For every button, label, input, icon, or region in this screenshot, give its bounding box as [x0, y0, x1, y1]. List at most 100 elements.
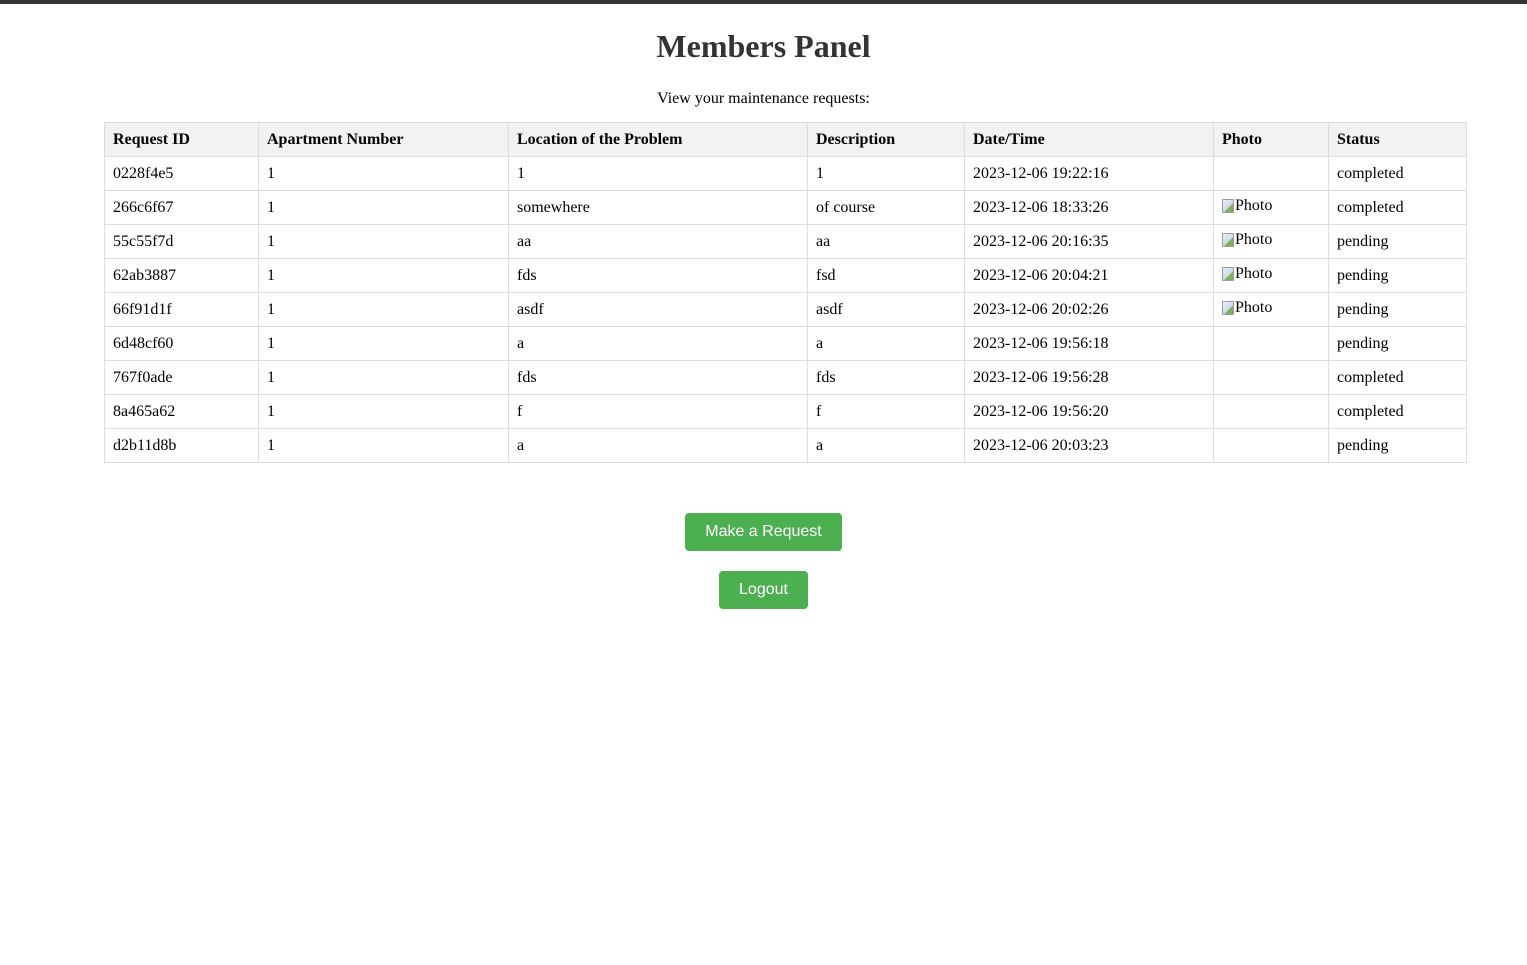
- cell-status: pending: [1328, 428, 1467, 463]
- broken-image-icon: [1222, 267, 1234, 281]
- cell-status: completed: [1328, 394, 1467, 429]
- cell-datetime: 2023-12-06 19:56:28: [964, 360, 1214, 395]
- cell-datetime: 2023-12-06 20:03:23: [964, 428, 1214, 463]
- cell-datetime: 2023-12-06 18:33:26: [964, 190, 1214, 225]
- cell-description: f: [807, 394, 965, 429]
- cell-photo: Photo: [1213, 258, 1329, 293]
- photo-alt-text: Photo: [1235, 265, 1273, 282]
- cell-location: fds: [508, 258, 808, 293]
- requests-table-container: Request ID Apartment Number Location of …: [104, 122, 1467, 463]
- cell-apartment: 1: [258, 190, 509, 225]
- photo-image[interactable]: Photo: [1222, 231, 1272, 249]
- cell-photo: [1213, 394, 1329, 429]
- broken-image-icon: [1222, 199, 1234, 213]
- cell-datetime: 2023-12-06 19:22:16: [964, 156, 1214, 191]
- cell-apartment: 1: [258, 156, 509, 191]
- cell-request-id: 55c55f7d: [104, 224, 259, 259]
- photo-alt-text: Photo: [1235, 231, 1273, 248]
- table-header-row: Request ID Apartment Number Location of …: [104, 122, 1467, 157]
- cell-request-id: 8a465a62: [104, 394, 259, 429]
- cell-photo: Photo: [1213, 292, 1329, 327]
- photo-alt-text: Photo: [1235, 197, 1273, 214]
- cell-datetime: 2023-12-06 20:02:26: [964, 292, 1214, 327]
- cell-status: pending: [1328, 326, 1467, 361]
- column-header-location: Location of the Problem: [508, 122, 808, 157]
- cell-location: f: [508, 394, 808, 429]
- cell-photo: Photo: [1213, 224, 1329, 259]
- cell-description: a: [807, 326, 965, 361]
- cell-request-id: 66f91d1f: [104, 292, 259, 327]
- cell-location: aa: [508, 224, 808, 259]
- cell-description: fsd: [807, 258, 965, 293]
- cell-location: asdf: [508, 292, 808, 327]
- table-row: 266c6f67 1 somewhere of course 2023-12-06 18…: [104, 190, 1467, 225]
- table-row: 767f0ade 1 fds fds 2023-12-06 19:56:28 comple…: [104, 360, 1467, 395]
- table-body: 0228f4e5 1 1 1 2023-12-06 19:22:16 completed 2…: [104, 156, 1467, 463]
- photo-image[interactable]: Photo: [1222, 197, 1272, 215]
- cell-apartment: 1: [258, 394, 509, 429]
- table-row: 55c55f7d 1 aa aa 2023-12-06 20:16:35 Photo pen…: [104, 224, 1467, 259]
- cell-description: a: [807, 428, 965, 463]
- requests-table: Request ID Apartment Number Location of …: [104, 122, 1467, 463]
- cell-apartment: 1: [258, 360, 509, 395]
- table-row: 6d48cf60 1 a a 2023-12-06 19:56:18 pending: [104, 326, 1467, 361]
- photo-image[interactable]: Photo: [1222, 265, 1272, 283]
- cell-photo: [1213, 360, 1329, 395]
- cell-status: pending: [1328, 292, 1467, 327]
- cell-apartment: 1: [258, 258, 509, 293]
- cell-apartment: 1: [258, 428, 509, 463]
- column-header-status: Status: [1328, 122, 1467, 157]
- cell-photo: [1213, 326, 1329, 361]
- table-row: 8a465a62 1 f f 2023-12-06 19:56:20 completed: [104, 394, 1467, 429]
- logout-button[interactable]: Logout: [719, 571, 808, 609]
- cell-description: fds: [807, 360, 965, 395]
- cell-datetime: 2023-12-06 19:56:18: [964, 326, 1214, 361]
- table-row: 62ab3887 1 fds fsd 2023-12-06 20:04:21 Photo p…: [104, 258, 1467, 293]
- cell-location: a: [508, 428, 808, 463]
- cell-location: somewhere: [508, 190, 808, 225]
- table-header: Request ID Apartment Number Location of …: [104, 122, 1467, 157]
- cell-request-id: 6d48cf60: [104, 326, 259, 361]
- cell-request-id: 767f0ade: [104, 360, 259, 395]
- cell-datetime: 2023-12-06 20:04:21: [964, 258, 1214, 293]
- table-row: 0228f4e5 1 1 1 2023-12-06 19:22:16 completed: [104, 156, 1467, 191]
- cell-datetime: 2023-12-06 20:16:35: [964, 224, 1214, 259]
- column-header-photo: Photo: [1213, 122, 1329, 157]
- cell-apartment: 1: [258, 326, 509, 361]
- make-request-button[interactable]: Make a Request: [685, 513, 842, 551]
- photo-alt-text: Photo: [1235, 299, 1273, 316]
- cell-datetime: 2023-12-06 19:56:20: [964, 394, 1214, 429]
- cell-location: 1: [508, 156, 808, 191]
- cell-status: completed: [1328, 156, 1467, 191]
- table-row: d2b11d8b 1 a a 2023-12-06 20:03:23 pending: [104, 428, 1467, 463]
- photo-image[interactable]: Photo: [1222, 299, 1272, 317]
- cell-apartment: 1: [258, 224, 509, 259]
- column-header-apartment-number: Apartment Number: [258, 122, 509, 157]
- column-header-request-id: Request ID: [104, 122, 259, 157]
- cell-apartment: 1: [258, 292, 509, 327]
- cell-status: completed: [1328, 360, 1467, 395]
- cell-request-id: 62ab3887: [104, 258, 259, 293]
- cell-description: aa: [807, 224, 965, 259]
- actions: Make a Request Logout: [0, 513, 1527, 609]
- cell-status: pending: [1328, 258, 1467, 293]
- broken-image-icon: [1222, 301, 1234, 315]
- cell-request-id: 266c6f67: [104, 190, 259, 225]
- page-title: Members Panel: [656, 28, 871, 64]
- cell-photo: [1213, 156, 1329, 191]
- cell-photo: Photo: [1213, 190, 1329, 225]
- cell-location: a: [508, 326, 808, 361]
- cell-description: of course: [807, 190, 965, 225]
- cell-status: completed: [1328, 190, 1467, 225]
- cell-request-id: 0228f4e5: [104, 156, 259, 191]
- cell-status: pending: [1328, 224, 1467, 259]
- cell-description: asdf: [807, 292, 965, 327]
- broken-image-icon: [1222, 233, 1234, 247]
- table-row: 66f91d1f 1 asdf asdf 2023-12-06 20:02:26 Phot…: [104, 292, 1467, 327]
- column-header-description: Description: [807, 122, 965, 157]
- column-header-datetime: Date/Time: [964, 122, 1214, 157]
- cell-location: fds: [508, 360, 808, 395]
- cell-description: 1: [807, 156, 965, 191]
- cell-request-id: d2b11d8b: [104, 428, 259, 463]
- page-subtitle: View your maintenance requests:: [657, 90, 870, 107]
